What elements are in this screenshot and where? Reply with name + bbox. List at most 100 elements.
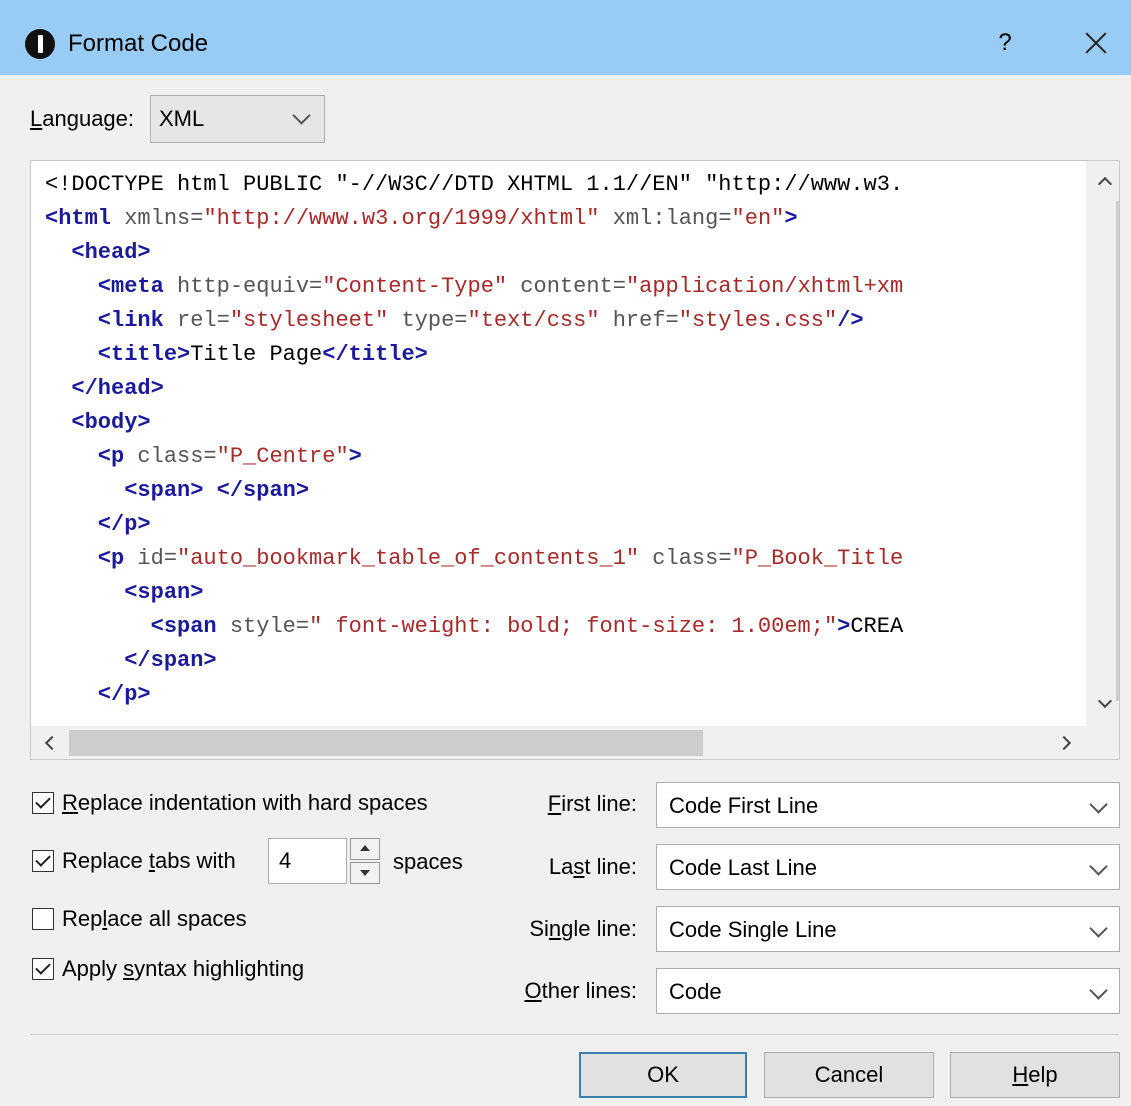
code-token: CREA [850, 614, 904, 639]
code-text: <!DOCTYPE html PUBLIC "-//W3C//DTD XHTML… [45, 168, 1081, 728]
code-token: "P_Book_Title [731, 546, 904, 571]
dialog-title: Format Code [68, 30, 209, 57]
code-token: <html [45, 206, 112, 231]
chevron-down-icon [292, 106, 311, 125]
other-lines-label: Other lines: [524, 978, 637, 1003]
code-token: > [784, 206, 798, 231]
code-token: </p> [45, 682, 151, 707]
code-token: xmlns= [111, 206, 204, 231]
code-line: <body> [45, 406, 1081, 440]
vertical-scrollbar[interactable] [1086, 161, 1119, 726]
code-token: <span [45, 614, 217, 639]
code-token: > [837, 614, 851, 639]
scroll-left-icon[interactable] [44, 735, 60, 751]
app-info-icon [25, 29, 55, 59]
title-bar: Format Code ? [0, 0, 1131, 75]
code-line: </head> [45, 372, 1081, 406]
code-token: "styles.css" [678, 308, 838, 333]
first-line-select[interactable]: Code First Line [656, 782, 1120, 828]
code-token: <span> [45, 478, 204, 503]
code-token: class= [639, 546, 732, 571]
replace-tabs-label[interactable]: Replace tabs with [62, 848, 236, 874]
code-token: <p [45, 444, 125, 469]
code-token: Title Page [190, 342, 323, 367]
code-token: </head> [45, 376, 164, 401]
code-token: <head> [45, 240, 151, 265]
code-token: "text/css" [467, 308, 600, 333]
code-line: <link rel="stylesheet" type="text/css" h… [45, 304, 1081, 338]
code-token: "http://www.w3.org/1999/xhtml" [203, 206, 600, 231]
code-token: "application/xhtml+xm [625, 274, 904, 299]
code-token: type= [388, 308, 468, 333]
code-preview[interactable]: <!DOCTYPE html PUBLIC "-//W3C//DTD XHTML… [30, 160, 1120, 760]
code-token: </title> [322, 342, 428, 367]
code-line: <head> [45, 236, 1081, 270]
replace-tabs-checkbox[interactable] [32, 850, 54, 872]
code-token: rel= [163, 308, 230, 333]
first-line-label: First line: [547, 791, 637, 816]
other-lines-select[interactable]: Code [656, 968, 1120, 1014]
single-line-select[interactable]: Code Single Line [656, 906, 1120, 952]
code-token: "P_Centre" [216, 444, 349, 469]
language-label: Language: [30, 106, 135, 131]
scroll-up-icon[interactable] [1097, 176, 1113, 192]
code-token: "auto_bookmark_table_of_contents_1" [177, 546, 640, 571]
stepper-down-icon[interactable] [350, 862, 380, 884]
code-line: <p id="auto_bookmark_table_of_contents_1… [45, 542, 1081, 576]
code-token: </span> [216, 478, 310, 503]
code-line: <span> </span> [45, 474, 1081, 508]
language-select[interactable]: XML [150, 95, 325, 143]
horizontal-scrollbar[interactable] [31, 726, 1119, 759]
replace-indentation-checkbox[interactable] [32, 792, 54, 814]
scroll-down-icon[interactable] [1097, 693, 1113, 709]
code-token: href= [599, 308, 679, 333]
code-token: "stylesheet" [229, 308, 389, 333]
code-token: <meta [45, 274, 164, 299]
tab-width-input[interactable]: 4 [268, 838, 347, 884]
code-line: <span style=" font-weight: bold; font-si… [45, 610, 1081, 644]
help-button[interactable]: Help [950, 1052, 1120, 1098]
language-value: XML [159, 106, 205, 131]
code-token: "en" [731, 206, 785, 231]
replace-indentation-label[interactable]: Replace indentation with hard spaces [62, 790, 428, 816]
code-token: xml:lang= [599, 206, 732, 231]
code-token: <body> [45, 410, 151, 435]
code-token: <!DOCTYPE html PUBLIC "-//W3C//DTD XHTML… [45, 172, 904, 197]
code-line: </span> [45, 644, 1081, 678]
replace-all-spaces-label[interactable]: Replace all spaces [62, 906, 247, 932]
ok-button[interactable]: OK [579, 1052, 747, 1098]
first-line-value: Code First Line [669, 793, 819, 818]
code-line: <meta http-equiv="Content-Type" content=… [45, 270, 1081, 304]
code-token: content= [507, 274, 626, 299]
single-line-value: Code Single Line [669, 917, 837, 942]
chevron-down-icon [1089, 857, 1108, 876]
code-line: </p> [45, 508, 1081, 542]
horizontal-scroll-thumb[interactable] [69, 730, 703, 756]
scroll-right-icon[interactable] [1056, 735, 1072, 751]
code-token: "Content-Type" [322, 274, 508, 299]
code-token: <p [45, 546, 125, 571]
tab-width-stepper[interactable] [350, 838, 380, 884]
divider [30, 1034, 1119, 1035]
close-icon[interactable] [1072, 22, 1120, 64]
tab-width-value: 4 [279, 848, 292, 873]
code-line: <p class="P_Centre"> [45, 440, 1081, 474]
vertical-scroll-thumb[interactable] [1116, 201, 1119, 701]
syntax-highlighting-checkbox[interactable] [32, 958, 54, 980]
code-token: <title> [45, 342, 191, 367]
code-token: </p> [45, 512, 151, 537]
cancel-button[interactable]: Cancel [764, 1052, 934, 1098]
chevron-down-icon [1089, 919, 1108, 938]
code-token: class= [124, 444, 217, 469]
help-question-button[interactable]: ? [985, 26, 1025, 60]
syntax-highlighting-label[interactable]: Apply syntax highlighting [62, 956, 304, 982]
stepper-up-icon[interactable] [350, 838, 380, 860]
code-line: <!DOCTYPE html PUBLIC "-//W3C//DTD XHTML… [45, 168, 1081, 202]
code-token: id= [124, 546, 178, 571]
spaces-label: spaces [393, 849, 463, 874]
code-token: <link [45, 308, 164, 333]
last-line-select[interactable]: Code Last Line [656, 844, 1120, 890]
replace-all-spaces-checkbox[interactable] [32, 908, 54, 930]
code-token: </span> [45, 648, 217, 673]
